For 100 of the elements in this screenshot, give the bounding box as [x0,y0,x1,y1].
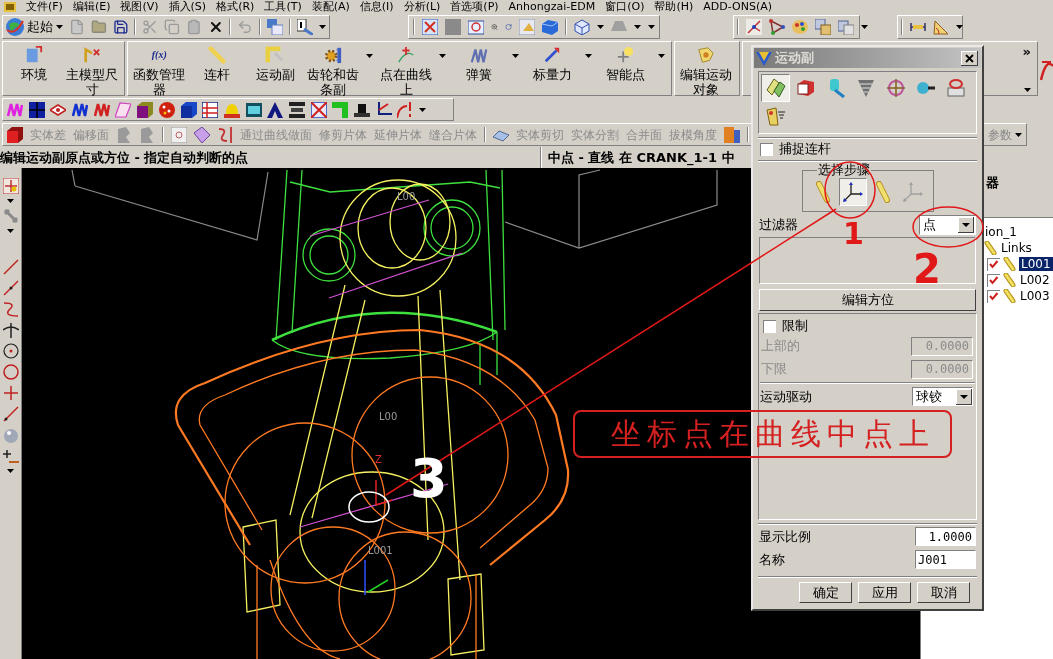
checkbox[interactable] [760,142,773,156]
checkbox[interactable] [763,319,776,333]
edit-orientation-button[interactable]: 编辑方位 [759,289,976,311]
caret-icon[interactable] [319,25,326,29]
plus-box-icon[interactable] [2,178,19,194]
caret-icon[interactable] [512,53,520,58]
dialog-button[interactable]: 应用 [858,582,911,603]
caret-icon[interactable] [1024,88,1031,92]
cube-icon[interactable] [137,101,154,118]
cube-icon[interactable] [7,126,23,143]
dialog-button[interactable]: 确定 [799,582,852,603]
peak-icon[interactable] [267,101,284,118]
stacked-bars-icon[interactable] [288,101,305,118]
app-icon[interactable] [4,2,16,12]
caret-icon[interactable] [56,25,63,29]
menu-item[interactable]: 工具(T) [264,0,302,14]
l-bracket-cross-icon[interactable] [82,45,102,64]
input-field[interactable]: 1.0000 [915,527,976,546]
menu-item[interactable]: Anhongzai-EDM [508,0,596,14]
menu-item[interactable]: 首选项(P) [450,0,499,14]
circle-box-icon[interactable] [468,19,484,35]
close-icon[interactable] [961,50,978,66]
menu-item[interactable]: 窗口(O) [605,0,645,14]
toolbar-button[interactable]: 环境 [5,42,63,95]
parallelogram-icon[interactable] [115,101,132,118]
screen-icon[interactable] [245,101,262,118]
dome-icon[interactable] [223,101,240,118]
caret-icon[interactable] [366,53,374,58]
plus-icon[interactable] [2,385,19,401]
eye-icon[interactable] [50,101,67,118]
circle-dot-icon[interactable] [2,343,19,359]
dropdown-arrow-icon[interactable] [956,388,972,405]
curve-icon[interactable] [397,101,414,118]
line-icon[interactable] [2,406,19,422]
cube-icon[interactable] [542,19,558,35]
grid-icon[interactable] [28,101,45,118]
caret-icon[interactable] [7,199,14,203]
menu-item[interactable]: 信息(I) [359,0,394,14]
checkbox-label[interactable]: 限制 [782,318,808,334]
curves-icon[interactable] [217,126,233,143]
plus-dot-icon[interactable] [615,45,636,64]
frame-icon[interactable] [202,101,219,118]
caret-icon[interactable] [7,229,14,233]
start-button[interactable]: 起始 [6,16,63,38]
gear-rack-icon[interactable] [323,45,344,64]
caret-icon[interactable] [597,25,604,29]
toolbar-button[interactable]: 智能点 [596,42,655,95]
save-icon[interactable] [112,19,129,35]
dialog-button[interactable]: 取消 [917,582,970,603]
caret-icon[interactable] [861,25,868,29]
diamond-icon[interactable] [194,126,210,143]
checkbox[interactable] [987,273,1000,287]
checkbox[interactable] [987,289,1000,303]
menu-item[interactable]: 视图(V) [120,0,159,14]
node-graph-icon[interactable] [769,19,785,35]
checkbox[interactable] [987,257,1000,271]
toolbar-button[interactable]: 弹簧 [450,42,509,95]
overflow-chevron[interactable]: » [1022,45,1031,58]
tree-item[interactable]: Links [1000,241,1033,255]
tree-item[interactable]: ion_1 [984,225,1018,239]
menu-item[interactable]: 文件(F) [26,0,63,14]
toolbar-button[interactable]: 标量力 [523,42,582,95]
joint-type-button[interactable] [761,74,790,102]
menu-item[interactable]: 分析(L) [403,0,441,14]
layers-icon[interactable] [267,19,283,35]
toolbar-button[interactable]: 点在曲线上 [377,42,436,95]
axes-line-icon[interactable] [375,101,392,118]
wireframe-cube-icon[interactable] [574,19,590,35]
folder-icon[interactable] [90,19,107,35]
zigzag-icon[interactable] [93,101,110,118]
hat-icon[interactable] [354,101,370,118]
sheets-icon[interactable] [838,19,854,35]
node-graph-icon[interactable] [746,19,762,35]
menu-item[interactable]: 编辑(E) [72,0,111,14]
ball-icon[interactable] [158,101,175,118]
filter-dropdown[interactable]: 点 [919,214,976,235]
tree-item[interactable]: L001 [1019,257,1053,271]
caret-icon[interactable] [7,469,14,473]
menu-item[interactable]: ADD-ONS(A) [703,0,772,14]
circle-icon[interactable] [2,364,19,380]
toolbar-button[interactable]: f(x) 函数管理器 [130,42,189,95]
driver-dropdown[interactable]: 球铰 [912,387,973,406]
toolbar-button[interactable]: 齿轮和齿条副 [304,42,363,95]
crossed-box-icon[interactable] [310,101,327,118]
zigzag-icon[interactable] [72,101,89,118]
tree-item[interactable]: L003 [1019,289,1051,303]
wrench-icon[interactable] [2,208,19,224]
card-pointer-icon[interactable] [297,19,313,35]
crossed-box-icon[interactable] [422,19,438,35]
point-on-curve-icon[interactable] [396,45,417,64]
toolbar-button[interactable]: 连杆 [188,42,247,95]
perpendicular-icon[interactable] [2,322,19,338]
menu-item[interactable]: 帮助(H) [654,0,694,14]
menu-item[interactable]: 格式(R) [216,0,255,14]
sheets-icon[interactable] [815,19,831,35]
menu-item[interactable]: 插入(S) [168,0,207,14]
cube-icon[interactable] [180,101,197,118]
line-icon[interactable] [2,259,19,275]
pentagon-icon[interactable] [696,45,717,64]
menu-item[interactable]: 装配(A) [311,0,350,14]
